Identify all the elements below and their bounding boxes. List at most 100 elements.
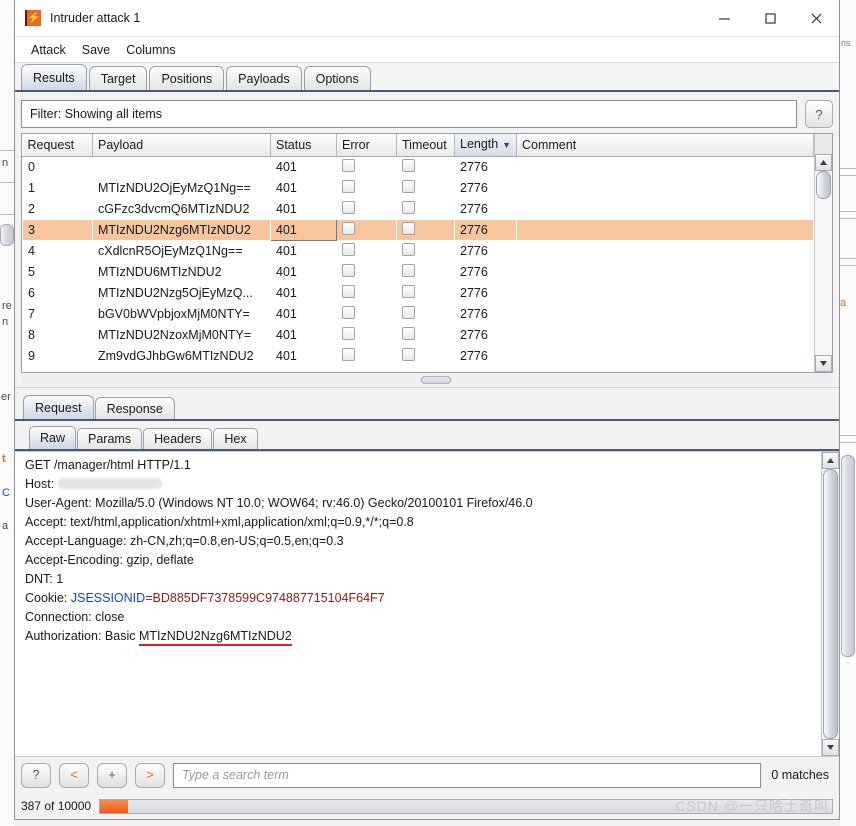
header-user-agent: User-Agent: Mozilla/5.0 (Windows NT 10.0…: [25, 496, 533, 510]
tab-hex[interactable]: Hex: [213, 428, 258, 449]
editor-scroll-up-arrow-icon[interactable]: [822, 452, 839, 469]
tab-results[interactable]: Results: [21, 64, 87, 90]
error-checkbox[interactable]: [342, 243, 355, 256]
search-match-count: 0 matches: [771, 768, 829, 782]
results-table: Request Payload Status Error Timeout ▼ L…: [22, 134, 814, 367]
menu-item-columns[interactable]: Columns: [126, 43, 175, 57]
timeout-checkbox[interactable]: [402, 243, 415, 256]
column-header-request[interactable]: Request: [22, 134, 93, 157]
timeout-checkbox[interactable]: [402, 327, 415, 340]
timeout-checkbox[interactable]: [402, 348, 415, 361]
editor-scroll-thumb[interactable]: [823, 469, 838, 739]
cell-status: 401: [276, 328, 297, 342]
search-prev-button[interactable]: <: [59, 762, 89, 788]
attack-progress-fill: [100, 799, 129, 813]
column-header-timeout[interactable]: Timeout: [396, 134, 455, 157]
search-next-button[interactable]: >: [135, 762, 165, 788]
error-checkbox[interactable]: [342, 201, 355, 214]
table-row[interactable]: 6 MTIzNDU2Nzg5OjEyMzQ... 401 2776: [23, 283, 814, 304]
scroll-up-arrow-icon[interactable]: [815, 154, 832, 171]
cell-status: 401: [276, 181, 297, 195]
timeout-checkbox[interactable]: [402, 201, 415, 214]
timeout-checkbox[interactable]: [402, 180, 415, 193]
table-row[interactable]: 5 MTIzNDU6MTIzNDU2 401 2776: [23, 262, 814, 283]
cell-request: 9: [28, 349, 35, 363]
table-row[interactable]: 8 MTIzNDU2NzoxMjM0NTY= 401 2776: [23, 325, 814, 346]
tab-raw[interactable]: Raw: [29, 426, 77, 449]
error-checkbox[interactable]: [342, 285, 355, 298]
results-table-scrollbar[interactable]: [814, 134, 832, 372]
timeout-checkbox[interactable]: [402, 159, 415, 172]
timeout-checkbox[interactable]: [402, 264, 415, 277]
table-row[interactable]: 9 Zm9vdGJhbGw6MTIzNDU2 401 2776: [23, 346, 814, 367]
cell-error: [337, 178, 397, 199]
column-header-payload[interactable]: Payload: [92, 134, 271, 157]
table-row[interactable]: 7 bGV0bWVpbjoxMjM0NTY= 401 2776: [23, 304, 814, 325]
request-raw-editor[interactable]: GET /manager/html HTTP/1.1 Host: User-Ag…: [15, 452, 821, 756]
search-add-button[interactable]: +: [97, 762, 127, 788]
editor-scroll-track[interactable]: [822, 469, 839, 739]
results-scroll-track[interactable]: [815, 171, 832, 355]
background-window-left: n re n er t C a: [0, 0, 14, 826]
cell-error: [337, 304, 397, 325]
filter-bar[interactable]: Filter: Showing all items: [21, 100, 797, 128]
error-checkbox[interactable]: [342, 222, 355, 235]
results-horizontal-scrollbar[interactable]: [21, 374, 833, 387]
tab-options[interactable]: Options: [303, 66, 371, 90]
error-checkbox[interactable]: [342, 264, 355, 277]
cell-request: 4: [28, 244, 35, 258]
status-bar: 387 of 10000 CSDN @一只哈士奇叫: [15, 793, 839, 819]
menu-item-save[interactable]: Save: [82, 43, 111, 57]
tab-payloads[interactable]: Payloads: [226, 66, 302, 90]
tab-request[interactable]: Request: [23, 395, 94, 419]
minimize-button[interactable]: [701, 0, 747, 36]
search-bar: ? < + > Type a search term 0 matches: [15, 756, 839, 793]
scroll-down-arrow-icon[interactable]: [815, 355, 832, 372]
window-body: Filter: Showing all items ? Request Payl…: [15, 92, 839, 819]
cell-error: [337, 157, 397, 178]
table-row-selected[interactable]: 3 MTIzNDU2Nzg6MTIzNDU2 401 2776: [22, 219, 814, 241]
column-header-status[interactable]: Status: [270, 134, 337, 157]
cell-request: 5: [28, 265, 35, 279]
search-input[interactable]: Type a search term: [173, 762, 762, 788]
close-button[interactable]: [793, 0, 839, 36]
results-table-header-row: Request Payload Status Error Timeout ▼ L…: [22, 134, 814, 157]
column-header-error[interactable]: Error: [336, 134, 397, 157]
table-row[interactable]: 4 cXdlcnR5OjEyMzQ1Ng== 401 2776: [23, 241, 814, 262]
tab-positions[interactable]: Positions: [149, 66, 225, 90]
header-connection: Connection: close: [25, 610, 125, 624]
cell-comment: [517, 241, 814, 262]
table-row[interactable]: 2 cGFzc3dvcmQ6MTIzNDU2 401 2776: [23, 199, 814, 220]
error-checkbox[interactable]: [342, 327, 355, 340]
tab-headers[interactable]: Headers: [143, 428, 213, 449]
menu-item-attack[interactable]: Attack: [31, 43, 66, 57]
tab-target[interactable]: Target: [88, 66, 148, 90]
error-checkbox[interactable]: [342, 306, 355, 319]
timeout-checkbox[interactable]: [402, 222, 415, 235]
menu-bar: Attack Save Columns: [15, 37, 839, 63]
search-help-button[interactable]: ?: [21, 762, 51, 788]
host-value-redacted: [57, 478, 162, 489]
cell-timeout: [397, 346, 455, 367]
cell-comment: [517, 304, 814, 325]
cell-length: 2776: [460, 202, 488, 216]
timeout-checkbox[interactable]: [402, 285, 415, 298]
table-row[interactable]: 1 MTIzNDU2OjEyMzQ1Ng== 401 2776: [23, 178, 814, 199]
editor-scroll-down-arrow-icon[interactable]: [822, 739, 839, 756]
error-checkbox[interactable]: [342, 159, 355, 172]
error-checkbox[interactable]: [342, 348, 355, 361]
panel-splitter[interactable]: [15, 387, 839, 395]
header-dnt: DNT: 1: [25, 572, 64, 586]
results-horizontal-scroll-thumb[interactable]: [421, 376, 451, 384]
maximize-button[interactable]: [747, 0, 793, 36]
request-editor-scrollbar[interactable]: [821, 452, 839, 756]
column-header-comment[interactable]: Comment: [516, 134, 814, 157]
filter-help-button[interactable]: ?: [805, 100, 833, 128]
timeout-checkbox[interactable]: [402, 306, 415, 319]
table-row[interactable]: 0 401 2776: [23, 157, 814, 178]
tab-response[interactable]: Response: [94, 397, 175, 419]
tab-params[interactable]: Params: [77, 428, 143, 449]
results-scroll-thumb[interactable]: [816, 171, 831, 199]
error-checkbox[interactable]: [342, 180, 355, 193]
column-header-length[interactable]: ▼ Length: [454, 134, 517, 157]
